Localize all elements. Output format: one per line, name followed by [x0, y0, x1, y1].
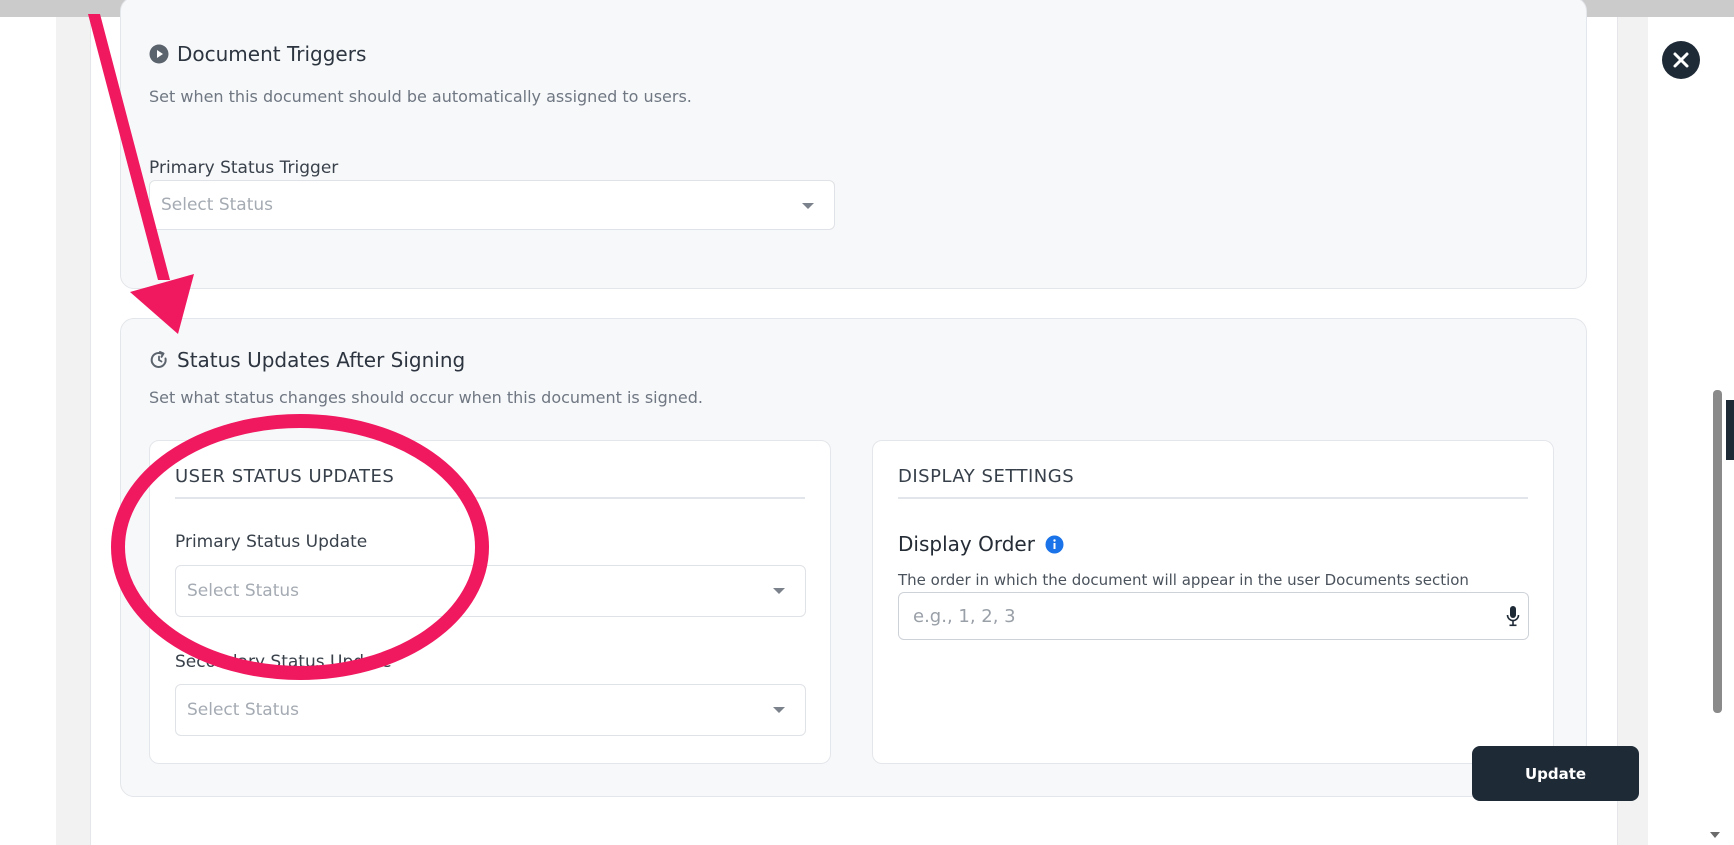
document-settings-modal: Document Triggers Set when this document… [90, 0, 1618, 845]
display-order-help: The order in which the document will app… [898, 571, 1469, 589]
display-settings-panel: DISPLAY SETTINGS Display Order The order… [872, 440, 1554, 764]
select-placeholder: Select Status [187, 700, 300, 720]
primary-status-update-select[interactable]: Select Status [175, 565, 806, 617]
display-order-label: Display Order [898, 532, 1035, 556]
document-triggers-description: Set when this document should be automat… [149, 87, 692, 106]
select-placeholder: Select Status [161, 195, 274, 215]
input-placeholder: e.g., 1, 2, 3 [913, 605, 1016, 627]
document-triggers-header: Document Triggers [149, 42, 366, 66]
page-left-margin [0, 17, 56, 845]
close-modal-button[interactable] [1662, 41, 1700, 79]
display-order-input[interactable]: e.g., 1, 2, 3 [898, 592, 1529, 640]
scroll-down-arrow[interactable] [1710, 832, 1720, 838]
display-order-label-row: Display Order [898, 532, 1064, 556]
play-circle-icon [149, 44, 169, 64]
primary-status-trigger-select[interactable]: Select Status [149, 180, 835, 230]
status-updates-header: Status Updates After Signing [149, 348, 465, 372]
background-page-edge [1726, 400, 1734, 460]
secondary-status-update-label: Secondary Status Update [175, 652, 392, 672]
primary-status-trigger-label: Primary Status Trigger [149, 158, 339, 178]
chevron-down-icon [773, 588, 785, 594]
select-placeholder: Select Status [187, 581, 300, 601]
document-triggers-card: Document Triggers Set when this document… [120, 0, 1587, 289]
chevron-down-icon [773, 707, 785, 713]
status-updates-card: Status Updates After Signing Set what st… [120, 318, 1587, 797]
status-updates-title: Status Updates After Signing [177, 348, 466, 372]
user-status-updates-panel: USER STATUS UPDATES Primary Status Updat… [149, 440, 831, 764]
user-status-updates-heading: USER STATUS UPDATES [175, 466, 805, 499]
close-icon [1673, 52, 1689, 68]
status-updates-description: Set what status changes should occur whe… [149, 388, 704, 407]
scrollbar-thumb[interactable] [1713, 390, 1722, 713]
document-triggers-title: Document Triggers [177, 42, 367, 66]
secondary-status-update-select[interactable]: Select Status [175, 684, 806, 736]
primary-status-update-label: Primary Status Update [175, 532, 368, 552]
display-settings-heading: DISPLAY SETTINGS [898, 466, 1528, 499]
update-button[interactable]: Update [1472, 746, 1639, 801]
refresh-clock-icon [150, 351, 167, 368]
chevron-down-icon [802, 203, 814, 209]
info-icon[interactable] [1045, 535, 1064, 554]
microphone-icon[interactable] [1506, 605, 1520, 627]
